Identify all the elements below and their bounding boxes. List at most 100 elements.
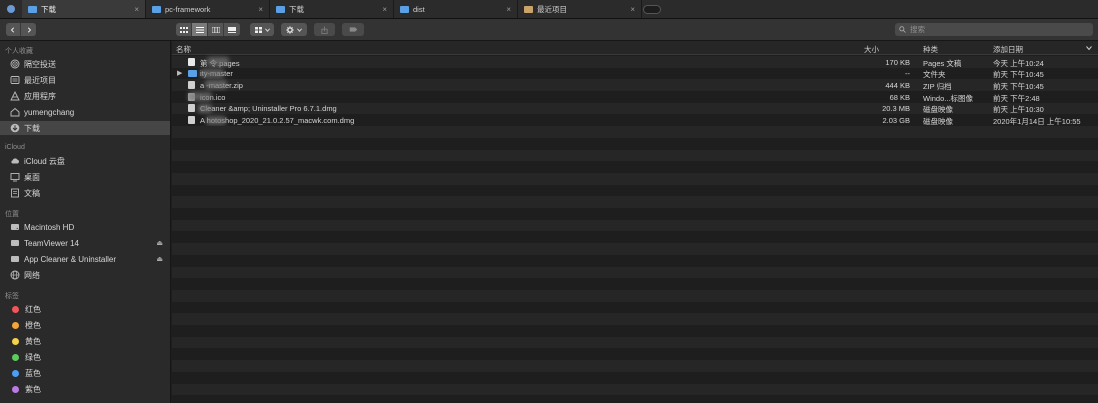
group-by-button[interactable] <box>250 23 274 36</box>
sidebar-item-teamviewer[interactable]: TeamViewer 14 ⏏ <box>0 236 170 250</box>
column-date-header[interactable]: 添加日期 <box>993 44 1023 55</box>
new-tab-button[interactable] <box>642 0 662 18</box>
column-header: 名称 大小 种类 添加日期 <box>172 41 1098 55</box>
table-row[interactable]: ▶ ity-master -- 文件夹 前天 下午10:45 <box>172 68 1098 80</box>
table-row[interactable]: Cleaner &amp; Uninstaller Pro 6.7.1.dmg … <box>172 102 1098 115</box>
search-icon <box>899 26 906 33</box>
folder-icon <box>152 5 161 13</box>
chevron-down-icon <box>264 27 270 32</box>
disk-image-icon <box>188 104 195 113</box>
sidebar-item-network[interactable]: 网络 <box>0 268 170 282</box>
sidebar-item-label: TeamViewer 14 <box>24 238 79 248</box>
file-name: Cleaner &amp; Uninstaller Pro 6.7.1.dmg <box>200 104 337 114</box>
tab-downloads[interactable]: 下载 × <box>22 0 146 18</box>
sidebar-item-desktop[interactable]: 桌面 <box>0 170 170 184</box>
network-icon <box>10 270 20 280</box>
column-size-header[interactable]: 大小 <box>864 44 879 55</box>
close-icon[interactable]: × <box>258 5 263 14</box>
sidebar-item-label: 应用程序 <box>24 91 56 101</box>
sidebar-item-home[interactable]: yumengchang <box>0 105 170 119</box>
tags-button[interactable] <box>342 23 364 36</box>
tab-downloads-2[interactable]: 下载 × <box>270 0 394 18</box>
recents-icon <box>524 5 533 13</box>
downloads-icon <box>10 123 20 133</box>
file-size: 444 KB <box>885 80 910 90</box>
tag-dot-icon <box>12 385 19 393</box>
tab-label: 下载 <box>41 4 56 14</box>
eject-icon[interactable]: ⏏ <box>156 255 163 263</box>
sidebar-item-tag-yellow[interactable]: 黄色 <box>0 334 170 348</box>
sidebar-item-label: iCloud 云盘 <box>24 156 65 166</box>
table-row[interactable]: icon.ico 68 KB Windo...标图像 前天 下午2:48 <box>172 91 1098 103</box>
file-list: 名称 大小 种类 添加日期 第 令.pages 170 KB Pages 文稿 … <box>172 41 1098 403</box>
search-input[interactable] <box>910 25 1080 34</box>
sidebar-item-label: 绿色 <box>25 352 41 362</box>
disclosure-triangle-icon[interactable]: ▶ <box>177 69 182 77</box>
column-kind-header[interactable]: 种类 <box>923 44 938 55</box>
back-button[interactable] <box>6 23 21 36</box>
sidebar-item-tag-orange[interactable]: 橙色 <box>0 318 170 332</box>
file-size: 2.03 GB <box>882 116 910 125</box>
sidebar-item-macintosh-hd[interactable]: Macintosh HD <box>0 220 170 234</box>
nav-buttons <box>6 23 36 36</box>
tab-dist[interactable]: dist × <box>394 0 518 18</box>
table-row[interactable]: A hotoshop_2020_21.0.2.57_macwk.com.dmg … <box>172 115 1098 127</box>
sidebar-item-icloud-drive[interactable]: iCloud 云盘 <box>0 154 170 168</box>
sidebar-section-icloud: iCloud <box>5 144 25 151</box>
sidebar-item-applications[interactable]: 应用程序 <box>0 89 170 103</box>
list-view-button[interactable] <box>192 23 208 36</box>
sidebar-item-downloads[interactable]: 下载 <box>0 121 170 135</box>
window-button[interactable] <box>7 5 15 13</box>
close-icon[interactable]: × <box>134 5 139 14</box>
view-switcher <box>176 23 240 36</box>
gear-icon <box>286 25 294 34</box>
folder-icon <box>400 5 409 13</box>
share-button[interactable] <box>314 23 335 36</box>
tab-pc-framework[interactable]: pc-framework × <box>146 0 270 18</box>
table-row[interactable]: a -master.zip 444 KB ZIP 归档 前天 下午10:45 <box>172 79 1098 92</box>
search-field[interactable] <box>895 23 1093 36</box>
sidebar-item-app-cleaner[interactable]: App Cleaner & Uninstaller ⏏ <box>0 252 170 266</box>
icon-view-button[interactable] <box>176 23 192 36</box>
close-icon[interactable]: × <box>630 5 635 14</box>
tab-recents[interactable]: 最近项目 × <box>518 0 642 18</box>
sidebar-item-label: 黄色 <box>25 336 41 346</box>
sidebar-item-tag-blue[interactable]: 蓝色 <box>0 366 170 380</box>
forward-button[interactable] <box>21 23 36 36</box>
chevron-right-icon <box>27 26 31 33</box>
sidebar-section-tags: 标签 <box>5 293 19 300</box>
empty-row <box>172 266 1098 279</box>
column-view-button[interactable] <box>208 23 224 36</box>
empty-row <box>172 196 1098 209</box>
sidebar-item-documents[interactable]: 文稿 <box>0 186 170 200</box>
group-grid-icon <box>254 26 262 33</box>
window-controls[interactable] <box>0 0 22 18</box>
sidebar-item-label: 下载 <box>24 123 40 133</box>
folder-icon <box>188 69 197 77</box>
sidebar-item-label: Macintosh HD <box>24 222 75 232</box>
tab-label: 下载 <box>289 4 304 14</box>
empty-row <box>172 313 1098 326</box>
disk-icon <box>10 254 20 264</box>
sort-chevron-icon[interactable] <box>1086 43 1092 52</box>
sidebar-item-tag-green[interactable]: 绿色 <box>0 350 170 364</box>
sidebar-item-label: 蓝色 <box>25 368 41 378</box>
empty-row <box>172 302 1098 314</box>
close-icon[interactable]: × <box>382 5 387 14</box>
eject-icon[interactable]: ⏏ <box>156 239 163 247</box>
sidebar-item-airdrop[interactable]: 隔空投送 <box>0 57 170 71</box>
column-name-header[interactable]: 名称 <box>176 44 191 55</box>
gallery-view-button[interactable] <box>224 23 240 36</box>
redaction-mark <box>188 92 212 102</box>
close-icon[interactable]: × <box>506 5 511 14</box>
sidebar-item-tag-purple[interactable]: 紫色 <box>0 382 170 396</box>
sidebar-item-tag-red[interactable]: 红色 <box>0 302 170 316</box>
tag-dot-icon <box>12 369 19 377</box>
table-row[interactable]: 第 令.pages 170 KB Pages 文稿 今天 上午10:24 <box>172 56 1098 68</box>
sidebar-item-label: 隔空投送 <box>24 59 56 69</box>
sidebar-item-recents[interactable]: 最近项目 <box>0 73 170 87</box>
disk-image-icon <box>188 116 195 124</box>
empty-row <box>172 278 1098 290</box>
action-button[interactable] <box>281 23 307 36</box>
applications-icon <box>10 91 20 101</box>
